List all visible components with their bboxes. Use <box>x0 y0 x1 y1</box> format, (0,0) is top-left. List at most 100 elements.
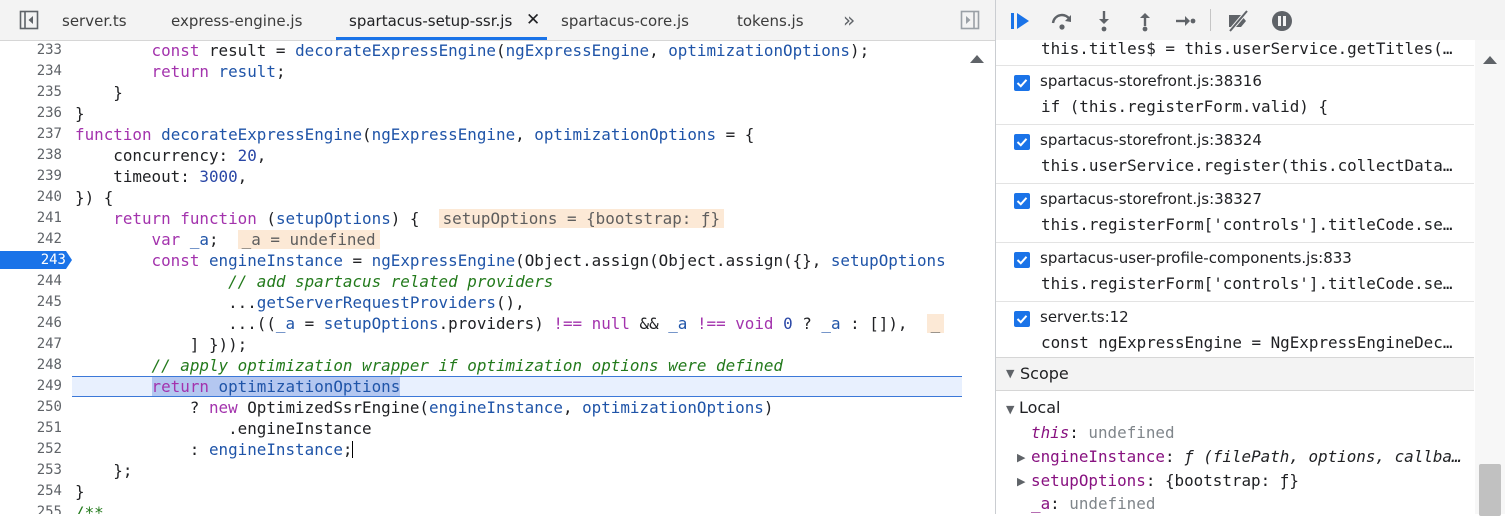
checkbox-checked-icon[interactable] <box>1014 75 1030 91</box>
code-line: 252 : engineInstance; <box>0 439 962 460</box>
checkbox-checked-icon[interactable] <box>1014 252 1030 268</box>
line-number[interactable]: 241 <box>0 208 62 229</box>
code-text: ...((_a = setupOptions.providers) !== nu… <box>75 313 945 334</box>
line-number[interactable]: 237 <box>0 124 62 145</box>
code-text: // add spartacus related providers <box>228 272 554 291</box>
breakpoint-item[interactable]: spartacus-storefront.js:38327 this.regis… <box>996 183 1474 242</box>
pause-on-exceptions-icon[interactable] <box>1270 9 1294 33</box>
line-number[interactable]: 233 <box>0 40 62 61</box>
code-line: 255 /** <box>0 502 962 514</box>
more-tabs-icon[interactable]: » <box>843 0 855 40</box>
breakpoint-location: spartacus-storefront.js:38327 <box>1040 190 1262 208</box>
code-line: 245 ...getServerRequestProviders(), <box>0 292 962 313</box>
code-text: .engineInstance <box>75 419 372 438</box>
close-tab-icon[interactable]: ✕ <box>526 0 540 40</box>
code-line: 243 const engineInstance = ngExpressEngi… <box>0 250 962 271</box>
scope-row-a[interactable]: _a: undefined <box>1031 494 1155 513</box>
code-text: : engineInstance; <box>75 440 354 459</box>
code-line: 233 const result = decorateExpressEngine… <box>0 40 962 61</box>
line-number[interactable]: 251 <box>0 418 62 439</box>
code-text: ] })); <box>75 335 248 354</box>
scope-row-engine-instance[interactable]: engineInstance: ƒ (filePath, options, ca… <box>1031 447 1462 466</box>
code-line: 241 return function (setupOptions) { set… <box>0 208 962 229</box>
tab-tokens-js[interactable]: tokens.js <box>737 0 804 40</box>
breakpoint-item[interactable]: spartacus-user-profile-components.js:833… <box>996 242 1474 301</box>
scope-local-label[interactable]: Local <box>1019 398 1060 417</box>
scroll-up-icon[interactable] <box>968 53 986 65</box>
scope-row-this[interactable]: this: undefined <box>1031 423 1175 442</box>
collapsed-triangle-icon[interactable]: ▶ <box>1017 451 1025 464</box>
tab-spartacus-setup-ssr-js[interactable]: spartacus-setup-ssr.js <box>349 0 512 40</box>
toolbar-separator <box>1210 9 1211 31</box>
breakpoint-item[interactable]: spartacus-storefront.js:38316 if (this.r… <box>996 65 1474 124</box>
scrollbar-thumb[interactable] <box>1479 464 1501 516</box>
scope-section-header[interactable]: ▼ Scope <box>996 357 1474 391</box>
code-text: } <box>75 83 123 102</box>
breakpoints-list: this.titles$ = this.userService.getTitle… <box>996 40 1474 356</box>
scroll-up-icon[interactable] <box>1483 56 1497 64</box>
code-text: } <box>75 104 85 123</box>
line-number[interactable]: 244 <box>0 271 62 292</box>
line-number[interactable]: 248 <box>0 355 62 376</box>
line-number[interactable]: 245 <box>0 292 62 313</box>
toggle-debugger-icon[interactable] <box>960 10 980 30</box>
line-number[interactable]: 249 <box>0 376 62 397</box>
expanded-triangle-icon[interactable]: ▼ <box>1006 403 1014 416</box>
line-number[interactable]: 242 <box>0 229 62 250</box>
collapsed-triangle-icon[interactable]: ▶ <box>1017 475 1025 488</box>
sidebar-scrollbar[interactable] <box>1475 40 1505 516</box>
code-text: return function (setupOptions) { setupOp… <box>75 208 725 229</box>
line-number[interactable]: 238 <box>0 145 62 166</box>
breakpoint-marker[interactable]: 243 <box>0 251 66 269</box>
resume-icon[interactable] <box>1008 9 1032 33</box>
breakpoint-arrow <box>66 251 72 269</box>
code-text: } <box>75 482 85 501</box>
debugger-sidebar: this.titles$ = this.userService.getTitle… <box>996 0 1505 514</box>
deactivate-breakpoints-icon[interactable] <box>1226 9 1250 33</box>
code-line: 244 // add spartacus related providers <box>0 271 962 292</box>
line-number[interactable]: 235 <box>0 82 62 103</box>
code-line: 235 } <box>0 82 962 103</box>
code-line: 247 ] })); <box>0 334 962 355</box>
breakpoint-code: this.userService.register(this.collectDa… <box>1041 156 1453 175</box>
tab-server-ts[interactable]: server.ts <box>62 0 127 40</box>
checkbox-checked-icon[interactable] <box>1014 193 1030 209</box>
step-out-icon[interactable] <box>1133 9 1157 33</box>
code-line: 253 }; <box>0 460 962 481</box>
step-icon[interactable] <box>1173 9 1197 33</box>
line-number[interactable]: 247 <box>0 334 62 355</box>
code-line: 242 var _a; _a = undefined <box>0 229 962 250</box>
checkbox-checked-icon[interactable] <box>1014 311 1030 327</box>
scope-row-setup-options[interactable]: setupOptions: {bootstrap: ƒ} <box>1031 471 1299 490</box>
step-over-icon[interactable] <box>1050 9 1074 33</box>
code-line: 251 .engineInstance <box>0 418 962 439</box>
line-number[interactable]: 246 <box>0 313 62 334</box>
line-number[interactable]: 236 <box>0 103 62 124</box>
breakpoint-item[interactable]: server.ts:12 const ngExpressEngine = NgE… <box>996 301 1474 356</box>
tab-spartacus-core-js[interactable]: spartacus-core.js <box>561 0 689 40</box>
checkbox-checked-icon[interactable] <box>1014 134 1030 150</box>
breakpoint-code: this.registerForm['controls'].titleCode.… <box>1041 274 1453 293</box>
breakpoint-location: spartacus-storefront.js:38316 <box>1040 72 1262 90</box>
tab-express-engine-js[interactable]: express-engine.js <box>171 0 302 40</box>
line-number[interactable]: 254 <box>0 481 62 502</box>
code-text: }) { <box>75 188 114 207</box>
toggle-navigator-icon[interactable] <box>19 10 39 30</box>
breakpoint-location: spartacus-user-profile-components.js:833 <box>1040 249 1352 267</box>
line-number[interactable]: 252 <box>0 439 62 460</box>
step-into-icon[interactable] <box>1092 9 1116 33</box>
breakpoint-item[interactable]: spartacus-storefront.js:38324 this.userS… <box>996 124 1474 183</box>
line-number[interactable]: 250 <box>0 397 62 418</box>
breakpoint-code[interactable]: this.titles$ = this.userService.getTitle… <box>1041 40 1452 58</box>
code-text: ? new OptimizedSsrEngine(engineInstance,… <box>75 398 774 417</box>
line-number[interactable]: 255 <box>0 502 62 514</box>
line-number[interactable]: 240 <box>0 187 62 208</box>
code-line: 237 function decorateExpressEngine(ngExp… <box>0 124 962 145</box>
line-number[interactable]: 239 <box>0 166 62 187</box>
line-number[interactable]: 234 <box>0 61 62 82</box>
code-text: const engineInstance = ngExpressEngine(O… <box>151 251 946 270</box>
text-cursor <box>352 441 354 458</box>
code-area[interactable]: 233 const result = decorateExpressEngine… <box>0 40 962 514</box>
expanded-triangle-icon[interactable]: ▼ <box>1006 367 1014 380</box>
line-number[interactable]: 253 <box>0 460 62 481</box>
